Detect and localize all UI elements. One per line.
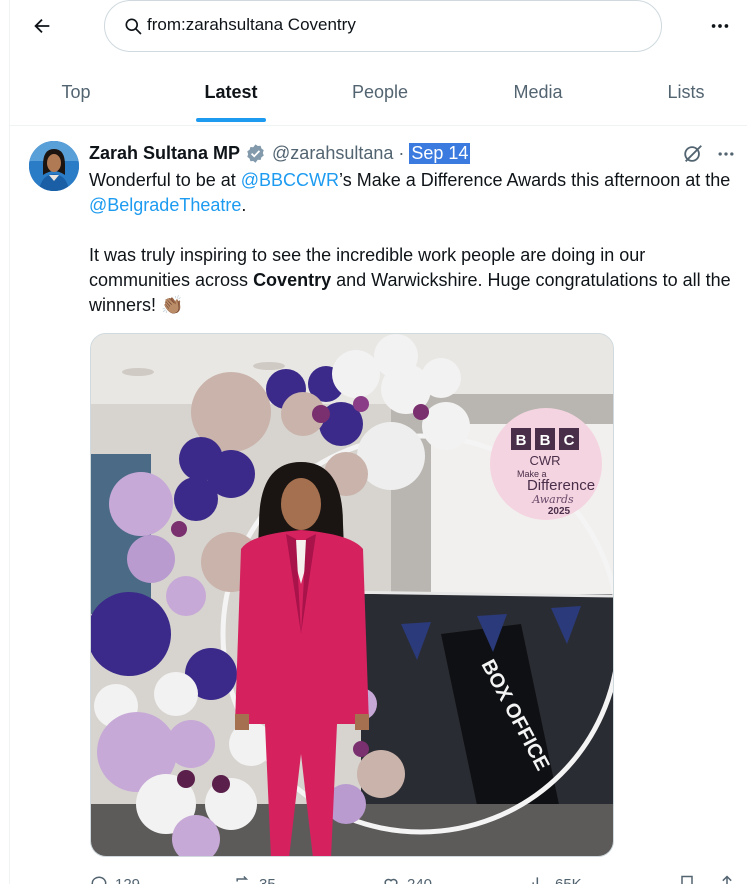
repost-count: 35 (259, 875, 276, 884)
verified-badge-icon (247, 143, 264, 163)
share-button[interactable] (717, 874, 737, 884)
bookmark-icon (681, 875, 693, 884)
top-bar (0, 0, 747, 52)
search-icon (125, 18, 142, 35)
sign-bbc-c: C (564, 432, 575, 449)
views-icon (532, 877, 543, 884)
arrow-left-icon (34, 18, 50, 34)
search-tabs: Top Latest People Media Lists (10, 62, 747, 126)
tab-top[interactable]: Top (10, 62, 142, 122)
reply-icon (91, 876, 107, 884)
back-button[interactable] (22, 6, 62, 46)
mention-belgradetheatre[interactable]: @BelgradeTheatre (89, 195, 241, 215)
like-button[interactable]: 240 (381, 874, 432, 884)
photo-illustration: B B C CWR Make a Difference Awards 2025 … (91, 334, 613, 856)
active-tab-indicator (196, 118, 266, 122)
tweet[interactable]: Zarah Sultana MP @zarahsultana · Sep 14 … (10, 126, 747, 884)
author-handle[interactable]: @zarahsultana (272, 143, 393, 164)
bookmark-button[interactable] (677, 874, 697, 884)
avatar-image (29, 141, 79, 191)
sign-line2: Difference (527, 477, 595, 494)
sign-cwr: CWR (529, 453, 560, 468)
more-horizontal-icon (711, 24, 729, 28)
sign-bbc-b2: B (540, 432, 551, 449)
highlighted-keyword: Coventry (253, 270, 332, 290)
tab-lists[interactable]: Lists (620, 62, 747, 122)
sign-bbc-b1: B (516, 432, 527, 449)
reply-button[interactable]: 129 (89, 874, 140, 884)
text-segment: . (241, 195, 247, 215)
tweet-actions: 129 35 240 65K (89, 870, 739, 884)
repost-button[interactable]: 35 (233, 874, 276, 884)
author-name[interactable]: Zarah Sultana MP (89, 143, 240, 164)
repost-icon (236, 875, 249, 882)
tweet-date[interactable]: Sep 14 (409, 142, 471, 164)
search-input[interactable] (147, 15, 627, 35)
grok-button[interactable] (679, 140, 707, 168)
views-count: 65K (555, 875, 582, 884)
tab-media[interactable]: Media (470, 62, 606, 122)
more-options-button[interactable] (700, 6, 740, 46)
search-box[interactable] (104, 0, 662, 52)
tweet-more-button[interactable] (712, 140, 740, 168)
more-horizontal-icon (718, 152, 734, 156)
tweet-header: Zarah Sultana MP @zarahsultana · Sep 14 (89, 141, 471, 165)
grok-icon (684, 145, 702, 162)
mention-bbccwr[interactable]: @BBCCWR (241, 170, 339, 190)
text-segment: ’s Make a Difference Awards this afterno… (339, 170, 731, 190)
reply-count: 129 (115, 875, 141, 884)
tab-people[interactable]: People (310, 62, 450, 122)
heart-icon (384, 878, 398, 884)
sign-line3: Awards (531, 493, 574, 506)
tab-latest[interactable]: Latest (152, 62, 310, 122)
like-count: 240 (407, 875, 433, 884)
views-button[interactable]: 65K (529, 874, 582, 884)
clapping-emoji: 👏🏽 (161, 295, 184, 315)
text-segment: Wonderful to be at (89, 170, 241, 190)
avatar[interactable] (29, 141, 79, 191)
separator-dot: · (398, 142, 405, 163)
share-icon (722, 875, 732, 884)
tweet-photo[interactable]: B B C CWR Make a Difference Awards 2025 … (90, 333, 614, 857)
tweet-text: Wonderful to be at @BBCCWR’s Make a Diff… (89, 168, 739, 318)
sign-year: 2025 (548, 506, 571, 517)
